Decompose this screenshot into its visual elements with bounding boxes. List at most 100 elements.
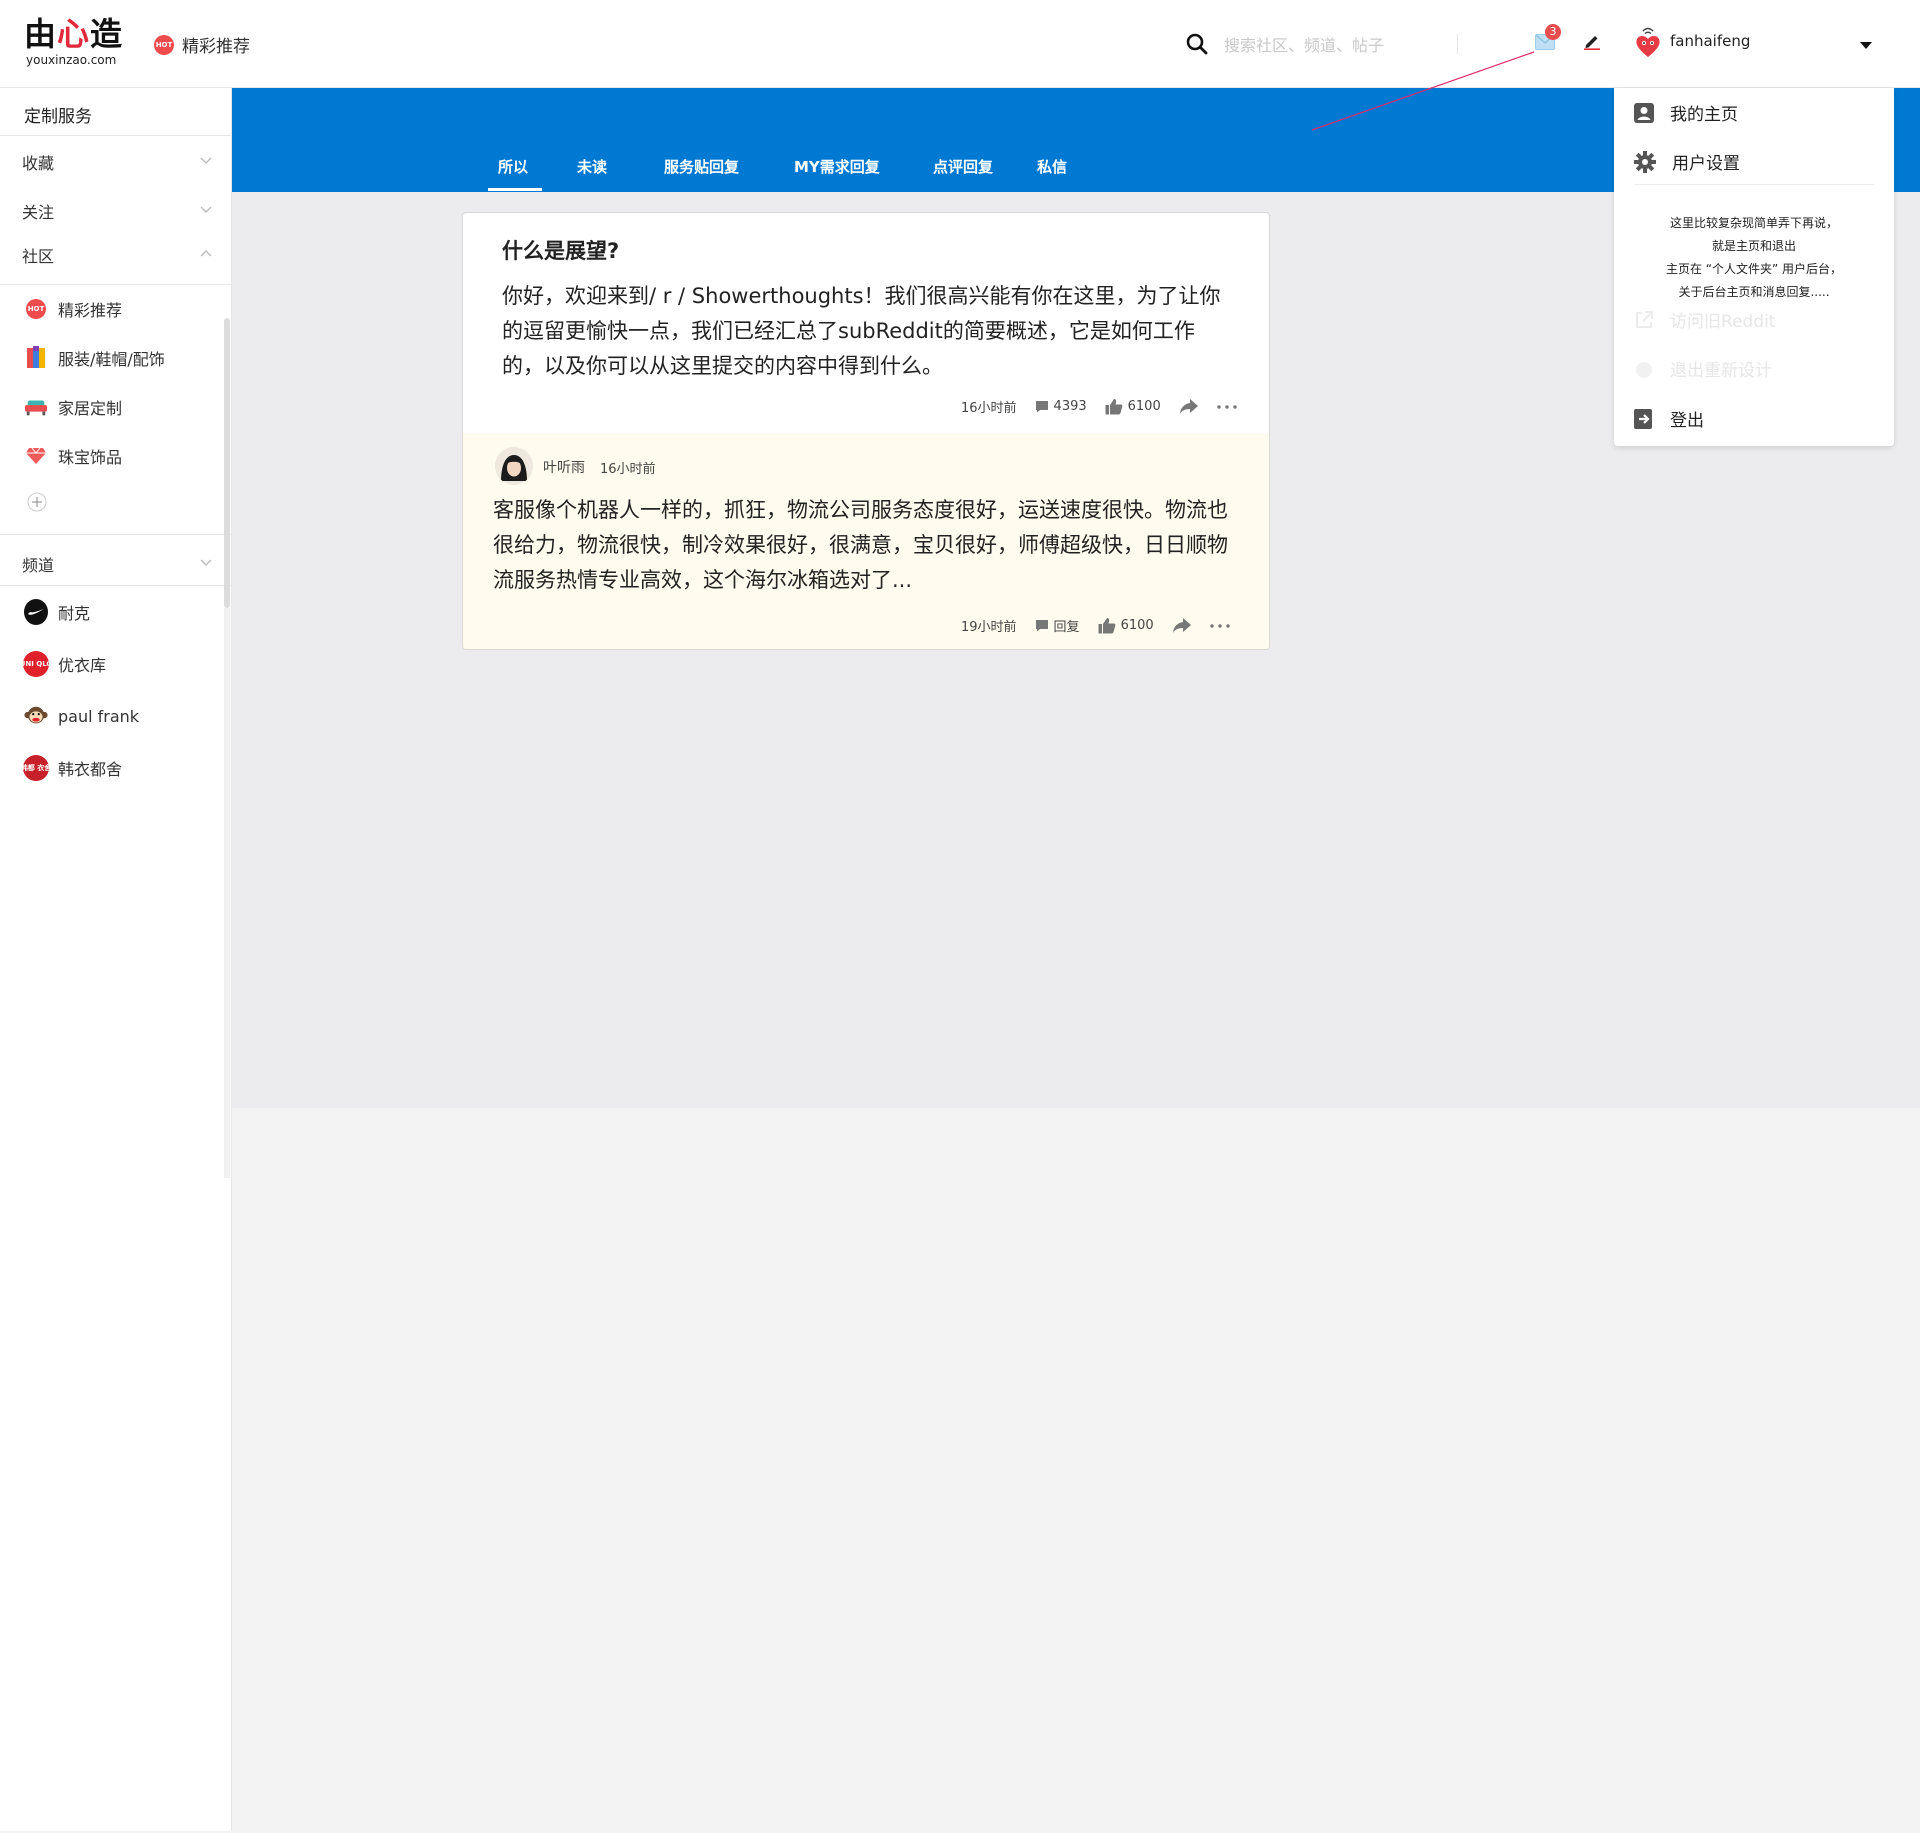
divider xyxy=(0,534,232,535)
annotation-line xyxy=(1311,51,1535,131)
more-options-button[interactable] xyxy=(1217,404,1237,409)
reply-time: 19小时前 xyxy=(961,620,1017,635)
reply-item: 叶听雨 16小时前 客服像个机器人一样的，抓狂，物流公司服务态度很好，运送速度很… xyxy=(463,433,1269,649)
menu-item-label: 访问旧Reddit xyxy=(1670,312,1776,332)
tab-review-replies[interactable]: 点评回复 xyxy=(933,156,993,177)
sidebar-item-label: 珠宝饰品 xyxy=(58,448,123,467)
sidebar-section-community[interactable]: 社区 xyxy=(22,243,54,267)
sidebar-section-following[interactable]: 关注 xyxy=(22,199,54,223)
share-icon xyxy=(1172,617,1191,633)
sidebar-item-jewelry[interactable]: 珠宝饰品 xyxy=(24,444,122,468)
post-card: 什么是展望? 你好，欢迎来到/ r / Showerthoughts！我们很高兴… xyxy=(462,212,1270,650)
more-options-button[interactable] xyxy=(1209,623,1230,628)
sidebar-item-label: 优衣库 xyxy=(58,656,107,675)
sofa-icon xyxy=(24,395,48,419)
share-button[interactable] xyxy=(1179,398,1199,415)
chevron-down-icon[interactable] xyxy=(200,206,212,214)
like-count: 6100 xyxy=(1127,399,1161,414)
sidebar-item-clothing[interactable]: 服装/鞋帽/配饰 xyxy=(24,346,165,370)
sidebar-scrollbar[interactable] xyxy=(224,318,230,608)
post-title[interactable]: 什么是展望? xyxy=(502,235,619,265)
menu-item-my-home[interactable]: 我的主页 xyxy=(1634,100,1738,125)
dropdown-annotation-note: 这里比较复杂现简单弄下再说， 就是主页和退出 主页在 “个人文件夹” 用户后台，… xyxy=(1665,216,1843,299)
menu-item-label: 登出 xyxy=(1670,411,1704,431)
user-dropdown-menu: 我的主页 用户设置 访问旧Reddit 退出重新设计 登出 这里比较复杂现简单弄… xyxy=(1614,88,1894,446)
sidebar-item-handu[interactable]: 韩都 衣舍 韩衣都舍 xyxy=(21,755,123,781)
menu-item-logout[interactable]: 登出 xyxy=(1634,406,1704,431)
sidebar-section-channels[interactable]: 频道 xyxy=(22,552,54,576)
sidebar-item-uniqlo[interactable]: UNI QLO 优衣库 xyxy=(20,651,107,677)
share-button[interactable] xyxy=(1172,617,1192,634)
gem-icon xyxy=(24,444,48,468)
redesign-icon xyxy=(1636,361,1652,378)
like-button[interactable]: 6100 xyxy=(1098,617,1154,634)
post-meta: 16小时前 4393 6100 xyxy=(961,397,1255,416)
menu-item-label: 我的主页 xyxy=(1670,105,1738,125)
sidebar-item-paul-frank[interactable]: paul frank xyxy=(24,704,139,728)
tab-my-request-replies[interactable]: MY需求回复 xyxy=(794,156,880,177)
current-community[interactable]: HOT 精彩推荐 xyxy=(154,32,250,57)
active-tab-indicator xyxy=(488,188,542,191)
top-header: 由心造 youxinzao.com HOT 精彩推荐 3 fanhaifeng xyxy=(0,0,1920,88)
tab-private-messages[interactable]: 私信 xyxy=(1037,156,1067,177)
clothing-icon xyxy=(24,346,48,370)
search-icon[interactable] xyxy=(1186,33,1208,55)
comment-icon xyxy=(1035,620,1048,632)
avatar[interactable] xyxy=(495,447,533,485)
menu-item-exit-redesign[interactable]: 退出重新设计 xyxy=(1634,356,1772,381)
sidebar-item-label: paul frank xyxy=(58,706,140,726)
tab-unread[interactable]: 未读 xyxy=(577,156,607,177)
handu-logo: 韩都 衣舍 xyxy=(21,755,51,781)
divider xyxy=(0,585,232,586)
mail-badge: 3 xyxy=(1545,24,1561,40)
sidebar-item-label: 韩衣都舍 xyxy=(58,760,123,779)
comments-button[interactable]: 4393 xyxy=(1035,399,1087,414)
hot-icon: HOT xyxy=(26,299,46,319)
more-icon xyxy=(1217,404,1237,409)
menu-item-user-settings[interactable]: 用户设置 xyxy=(1634,149,1740,174)
caret-down-icon[interactable] xyxy=(1860,42,1872,50)
sidebar-item-featured[interactable]: HOT 精彩推荐 xyxy=(24,297,122,321)
site-logo[interactable]: 由心造 youxinzao.com xyxy=(24,16,124,70)
chevron-up-icon[interactable] xyxy=(200,249,212,257)
reply-user-time: 16小时前 xyxy=(600,462,656,477)
site-domain: youxinzao.com xyxy=(26,53,117,67)
username[interactable]: fanhaifeng xyxy=(1670,32,1750,50)
divider xyxy=(0,135,232,136)
like-count: 6100 xyxy=(1120,618,1154,633)
chevron-down-icon[interactable] xyxy=(200,559,212,567)
share-icon xyxy=(1179,398,1198,414)
sidebar-item-label: 服装/鞋帽/配饰 xyxy=(58,350,165,369)
logout-icon xyxy=(1634,408,1652,429)
tab-service-replies[interactable]: 服务贴回复 xyxy=(664,156,739,177)
paul-frank-logo xyxy=(24,706,48,724)
sidebar-title[interactable]: 定制服务 xyxy=(24,102,92,127)
user-profile-icon xyxy=(1634,102,1654,123)
reply-label: 回复 xyxy=(1053,620,1080,635)
reply-meta: 19小时前 回复 6100 xyxy=(961,616,1248,635)
menu-item-old-reddit[interactable]: 访问旧Reddit xyxy=(1634,307,1775,332)
sidebar-section-favorites[interactable]: 收藏 xyxy=(22,150,54,174)
sidebar-item-label: 耐克 xyxy=(58,604,91,623)
thumbs-up-icon xyxy=(1098,618,1115,634)
hot-icon: HOT xyxy=(154,34,174,55)
divider xyxy=(1634,184,1874,185)
pencil-icon[interactable] xyxy=(1583,32,1601,50)
sidebar-scroll-track xyxy=(224,608,230,1178)
comment-icon xyxy=(1035,401,1048,413)
reply-button[interactable]: 回复 xyxy=(1035,616,1080,635)
reply-username[interactable]: 叶听雨 xyxy=(543,457,585,477)
sidebar-item-home-custom[interactable]: 家居定制 xyxy=(24,395,122,419)
banner-edge xyxy=(1894,88,1920,192)
like-button[interactable]: 6100 xyxy=(1105,398,1161,415)
gear-icon xyxy=(1634,150,1656,173)
menu-item-label: 退出重新设计 xyxy=(1670,361,1772,381)
chevron-down-icon[interactable] xyxy=(200,157,212,165)
menu-item-label: 用户设置 xyxy=(1672,154,1740,174)
more-icon xyxy=(1209,623,1230,628)
sidebar-item-nike[interactable]: 耐克 xyxy=(24,599,91,625)
external-link-icon xyxy=(1636,310,1653,328)
avatar[interactable] xyxy=(1634,26,1662,58)
add-community-icon[interactable] xyxy=(27,492,47,512)
tab-all[interactable]: 所以 xyxy=(498,156,528,177)
